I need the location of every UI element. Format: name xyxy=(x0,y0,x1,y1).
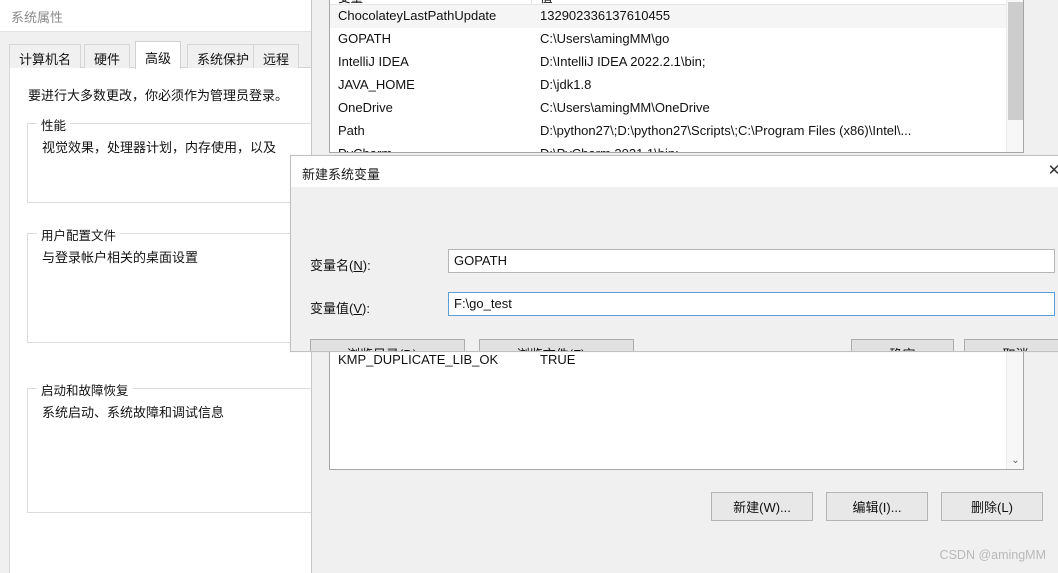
close-icon[interactable]: ✕ xyxy=(1041,160,1058,182)
variable-value: D:\jdk1.8 xyxy=(540,77,592,92)
variable-name: GOPATH xyxy=(338,31,391,46)
new-system-variable-dialog: 新建系统变量 ✕ 变量名(N): GOPATH 变量值(V): F:\go_te… xyxy=(290,155,1058,352)
browse-file-button[interactable]: 浏览文件(F)... xyxy=(479,339,634,351)
system-properties-window: 系统属性 计算机名 硬件 高级 系统保护 远程 要进行大多数更改，你必须作为管理… xyxy=(0,0,312,573)
groupbox-startup-recovery-text: 系统启动、系统故障和调试信息 xyxy=(42,405,225,420)
groupbox-performance-title: 性能 xyxy=(37,115,71,134)
variable-name-input[interactable]: GOPATH xyxy=(448,249,1055,273)
variable-name: IntelliJ IDEA xyxy=(338,54,409,69)
tabstrip: 计算机名 硬件 高级 系统保护 远程 xyxy=(9,41,311,69)
table-row[interactable]: IntelliJ IDEA D:\IntelliJ IDEA 2022.2.1\… xyxy=(330,51,1023,74)
variable-name-label: 变量名(N): xyxy=(310,258,371,273)
variable-name: KMP_DUPLICATE_LIB_OK xyxy=(338,352,499,367)
variable-value-input[interactable]: F:\go_test xyxy=(448,292,1055,316)
browse-directory-button[interactable]: 浏览目录(D)... xyxy=(310,339,465,351)
variable-value: C:\Users\amingMM\go xyxy=(540,31,670,46)
table-row[interactable]: KMP_DUPLICATE_LIB_OK TRUE xyxy=(330,349,1023,372)
variable-name: Path xyxy=(338,123,365,138)
cancel-button[interactable]: 取消 xyxy=(964,339,1058,351)
variable-name: OneDrive xyxy=(338,100,393,115)
table-row[interactable]: JAVA_HOME D:\jdk1.8 xyxy=(330,74,1023,97)
edit-variable-button[interactable]: 编辑(I)... xyxy=(826,492,928,521)
tab-hardware[interactable]: 硬件 xyxy=(84,44,131,68)
variable-name: PyCharm xyxy=(338,146,534,152)
system-properties-body: 计算机名 硬件 高级 系统保护 远程 要进行大多数更改，你必须作为管理员登录。 … xyxy=(0,31,311,573)
delete-variable-button[interactable]: 删除(L) xyxy=(941,492,1043,521)
scrollbar-thumb[interactable] xyxy=(1008,2,1023,120)
tab-computer-name[interactable]: 计算机名 xyxy=(9,44,82,68)
admin-note: 要进行大多数更改，你必须作为管理员登录。 xyxy=(28,88,289,103)
table-row[interactable]: OneDrive C:\Users\amingMM\OneDrive xyxy=(330,97,1023,120)
variable-value: D:\PyCharm 2021.1\bin; xyxy=(540,146,1017,152)
variable-value: TRUE xyxy=(540,352,576,367)
user-variables-rows: ChocolateyLastPathUpdate 132902336137610… xyxy=(330,5,1023,152)
user-variables-scrollbar[interactable] xyxy=(1006,0,1023,152)
table-row[interactable]: GOPATH C:\Users\amingMM\go xyxy=(330,28,1023,51)
variable-value: D:\IntelliJ IDEA 2022.2.1\bin; xyxy=(540,54,706,69)
tab-advanced[interactable]: 高级 xyxy=(135,41,182,69)
variable-name: ChocolateyLastPathUpdate xyxy=(338,8,497,23)
variable-value: D:\python27\;D:\python27\Scripts\;C:\Pro… xyxy=(540,123,912,138)
user-variables-listview[interactable]: 变量 值 ChocolateyLastPathUpdate 1329023361… xyxy=(329,0,1024,153)
variable-value: C:\Users\amingMM\OneDrive xyxy=(540,100,710,115)
groupbox-user-profiles-title: 用户配置文件 xyxy=(37,225,121,244)
table-row[interactable]: Path D:\python27\;D:\python27\Scripts\;C… xyxy=(330,120,1023,143)
table-row[interactable]: ChocolateyLastPathUpdate 132902336137610… xyxy=(330,5,1023,28)
tab-panel-advanced: 要进行大多数更改，你必须作为管理员登录。 性能 视觉效果，处理器计划，内存使用，… xyxy=(9,68,311,573)
new-variable-button[interactable]: 新建(W)... xyxy=(711,492,813,521)
screen: 系统属性 计算机名 硬件 高级 系统保护 远程 要进行大多数更改，你必须作为管理… xyxy=(0,0,1058,573)
variable-name: JAVA_HOME xyxy=(338,77,415,92)
tab-system-protection[interactable]: 系统保护 xyxy=(187,44,260,68)
dialog-title: 新建系统变量 xyxy=(302,167,381,182)
dialog-body: 变量名(N): GOPATH 变量值(V): F:\go_test 浏览目录(D… xyxy=(291,187,1058,351)
groupbox-user-profiles-text: 与登录帐户相关的桌面设置 xyxy=(42,250,199,265)
groupbox-user-profiles: 用户配置文件 与登录帐户相关的桌面设置 xyxy=(27,225,311,343)
dialog-titlebar: 新建系统变量 ✕ xyxy=(291,156,1058,187)
table-row[interactable]: PyCharm D:\PyCharm 2021.1\bin; xyxy=(330,143,1023,152)
watermark: CSDN @amingMM xyxy=(939,548,1046,562)
system-properties-title: 系统属性 xyxy=(11,10,64,25)
groupbox-performance: 性能 视觉效果，处理器计划，内存使用，以及 xyxy=(27,115,311,203)
groupbox-startup-recovery: 启动和故障恢复 系统启动、系统故障和调试信息 xyxy=(27,380,311,513)
variable-value: 132902336137610455 xyxy=(540,8,671,23)
variable-value-label: 变量值(V): xyxy=(310,301,370,316)
system-properties-titlebar: 系统属性 xyxy=(0,0,311,31)
chevron-down-icon[interactable]: ⌄ xyxy=(1007,452,1023,469)
tab-remote[interactable]: 远程 xyxy=(253,44,300,68)
groupbox-startup-recovery-title: 启动和故障恢复 xyxy=(37,380,133,399)
ok-button[interactable]: 确定 xyxy=(851,339,954,351)
groupbox-performance-text: 视觉效果，处理器计划，内存使用，以及 xyxy=(42,140,277,155)
